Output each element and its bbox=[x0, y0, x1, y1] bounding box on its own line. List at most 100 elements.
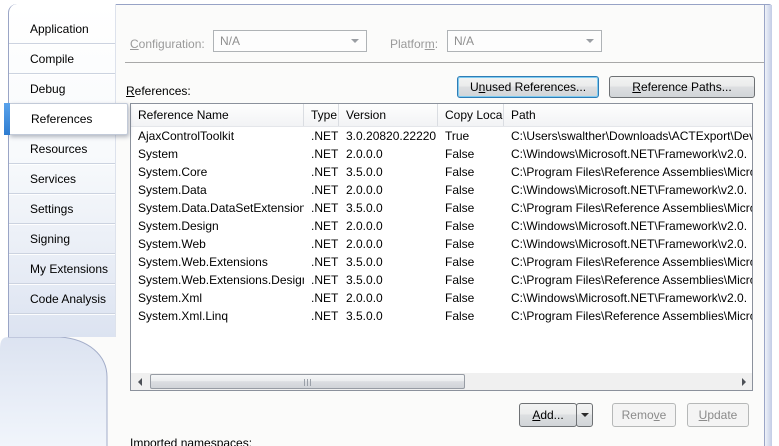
sidebar-tab-label: References bbox=[31, 112, 92, 126]
path-cell: C:\Windows\Microsoft.NET\Framework\v2.0. bbox=[504, 219, 752, 233]
imported-namespaces-label: Imported namespaces: bbox=[130, 436, 252, 446]
add-dropdown-button[interactable] bbox=[576, 403, 593, 427]
add-dropdown-caret-icon bbox=[581, 413, 589, 417]
sidebar-tab[interactable]: Compile bbox=[9, 44, 115, 74]
copy-local-cell: False bbox=[438, 201, 504, 215]
sidebar-tab[interactable]: Debug bbox=[9, 74, 115, 104]
references-label: References: bbox=[126, 84, 191, 98]
scroll-right-arrow-icon bbox=[742, 378, 746, 386]
reference-row[interactable]: System.Data .NET 2.0.0.0 False C:\Window… bbox=[131, 181, 752, 199]
version-cell: 3.5.0.0 bbox=[339, 309, 438, 323]
version-cell: 2.0.0.0 bbox=[339, 237, 438, 251]
platform-value: N/A bbox=[454, 34, 474, 48]
sidebar-tab[interactable]: My Extensions bbox=[9, 254, 115, 284]
remove-button: Remove bbox=[612, 403, 676, 427]
copy-local-cell: True bbox=[438, 129, 504, 143]
scrollbar-track[interactable] bbox=[148, 373, 735, 390]
version-cell: 2.0.0.0 bbox=[339, 183, 438, 197]
sidebar-tab[interactable]: References bbox=[9, 103, 128, 135]
scrollbar-grip-icon bbox=[304, 379, 312, 386]
path-cell: C:\Program Files\Reference Assemblies\Mi… bbox=[504, 201, 752, 215]
column-header-copy-local[interactable]: Copy Local bbox=[438, 104, 504, 126]
copy-local-cell: False bbox=[438, 147, 504, 161]
type-cell: .NET bbox=[304, 165, 339, 179]
sidebar-tab-list: Application Compile Debug References Res… bbox=[9, 14, 115, 314]
project-properties-references-page: Application Compile Debug References Res… bbox=[0, 0, 779, 446]
dropdown-arrow-icon bbox=[351, 39, 359, 43]
copy-local-cell: False bbox=[438, 183, 504, 197]
copy-local-cell: False bbox=[438, 219, 504, 233]
reference-name-cell: System.Data.DataSetExtensions bbox=[131, 201, 304, 215]
version-cell: 2.0.0.0 bbox=[339, 147, 438, 161]
scroll-left-arrow-icon bbox=[138, 378, 142, 386]
copy-local-cell: False bbox=[438, 237, 504, 251]
sidebar-tab[interactable]: Application bbox=[9, 14, 115, 44]
horizontal-scrollbar bbox=[131, 373, 752, 390]
sidebar-tab-strip: Application Compile Debug References Res… bbox=[8, 4, 116, 337]
sidebar-tab-label: Debug bbox=[30, 82, 65, 96]
sidebar-tab[interactable]: Resources bbox=[9, 134, 115, 164]
type-cell: .NET bbox=[304, 237, 339, 251]
column-header-type[interactable]: Type bbox=[304, 104, 339, 126]
reference-row[interactable]: System.Xml.Linq .NET 3.5.0.0 False C:\Pr… bbox=[131, 307, 752, 325]
sidebar-tab-label: Services bbox=[30, 172, 76, 186]
path-cell: C:\Program Files\Reference Assemblies\Mi… bbox=[504, 309, 752, 323]
scroll-left-button[interactable] bbox=[131, 373, 148, 390]
path-cell: C:\Windows\Microsoft.NET\Framework\v2.0. bbox=[504, 147, 752, 161]
reference-name-cell: System.Web.Extensions.Design bbox=[131, 273, 304, 287]
configuration-dropdown: N/A bbox=[213, 30, 367, 52]
scrollbar-thumb[interactable] bbox=[150, 374, 465, 389]
version-cell: 3.5.0.0 bbox=[339, 255, 438, 269]
sidebar-tab-label: Signing bbox=[30, 232, 70, 246]
type-cell: .NET bbox=[304, 291, 339, 305]
update-button: Update bbox=[687, 403, 749, 427]
path-cell: C:\Program Files\Reference Assemblies\Mi… bbox=[504, 273, 752, 287]
reference-name-cell: AjaxControlToolkit bbox=[131, 129, 304, 143]
reference-row[interactable]: System.Web.Extensions.Design .NET 3.5.0.… bbox=[131, 271, 752, 289]
reference-row[interactable]: System.Data.DataSetExtensions .NET 3.5.0… bbox=[131, 199, 752, 217]
version-cell: 2.0.0.0 bbox=[339, 291, 438, 305]
sidebar-tab[interactable]: Signing bbox=[9, 224, 115, 254]
reference-name-cell: System.Data bbox=[131, 183, 304, 197]
sidebar-tab[interactable]: Services bbox=[9, 164, 115, 194]
type-cell: .NET bbox=[304, 219, 339, 233]
reference-row[interactable]: AjaxControlToolkit .NET 3.0.20820.22220 … bbox=[131, 127, 752, 145]
type-cell: .NET bbox=[304, 147, 339, 161]
type-cell: .NET bbox=[304, 201, 339, 215]
reference-paths-button[interactable]: Reference Paths... bbox=[609, 76, 755, 98]
scroll-right-button[interactable] bbox=[735, 373, 752, 390]
sidebar-tail-curve bbox=[0, 335, 112, 446]
type-cell: .NET bbox=[304, 129, 339, 143]
version-cell: 2.0.0.0 bbox=[339, 219, 438, 233]
path-cell: C:\Program Files\Reference Assemblies\Mi… bbox=[504, 165, 752, 179]
version-cell: 3.0.20820.22220 bbox=[339, 129, 438, 143]
reference-name-cell: System.Xml.Linq bbox=[131, 309, 304, 323]
type-cell: .NET bbox=[304, 255, 339, 269]
unused-references-button[interactable]: Unused References... bbox=[457, 76, 599, 98]
reference-row[interactable]: System.Design .NET 2.0.0.0 False C:\Wind… bbox=[131, 217, 752, 235]
type-cell: .NET bbox=[304, 273, 339, 287]
reference-row[interactable]: System.Core .NET 3.5.0.0 False C:\Progra… bbox=[131, 163, 752, 181]
reference-row[interactable]: System.Web.Extensions .NET 3.5.0.0 False… bbox=[131, 253, 752, 271]
reference-name-cell: System.Design bbox=[131, 219, 304, 233]
reference-row[interactable]: System .NET 2.0.0.0 False C:\Windows\Mic… bbox=[131, 145, 752, 163]
copy-local-cell: False bbox=[438, 273, 504, 287]
references-table-header: Reference Name Type Version Copy Local P… bbox=[131, 104, 752, 127]
platform-label: Platform: bbox=[390, 37, 438, 51]
sidebar-tab[interactable]: Settings bbox=[9, 194, 115, 224]
column-header-reference-name[interactable]: Reference Name bbox=[131, 104, 304, 126]
reference-row[interactable]: System.Xml .NET 2.0.0.0 False C:\Windows… bbox=[131, 289, 752, 307]
version-cell: 3.5.0.0 bbox=[339, 201, 438, 215]
column-header-path[interactable]: Path bbox=[504, 104, 752, 126]
path-cell: C:\Users\swalther\Downloads\ACTExport\De… bbox=[504, 129, 752, 143]
column-header-version[interactable]: Version bbox=[339, 104, 438, 126]
reference-name-cell: System bbox=[131, 147, 304, 161]
references-table: Reference Name Type Version Copy Local P… bbox=[130, 103, 753, 391]
sidebar-tab-label: Settings bbox=[30, 202, 73, 216]
reference-row[interactable]: System.Web .NET 2.0.0.0 False C:\Windows… bbox=[131, 235, 752, 253]
type-cell: .NET bbox=[304, 183, 339, 197]
add-button[interactable]: Add... bbox=[519, 403, 577, 427]
path-cell: C:\Windows\Microsoft.NET\Framework\v2.0. bbox=[504, 291, 752, 305]
sidebar-tab[interactable]: Code Analysis bbox=[9, 284, 115, 314]
reference-name-cell: System.Core bbox=[131, 165, 304, 179]
